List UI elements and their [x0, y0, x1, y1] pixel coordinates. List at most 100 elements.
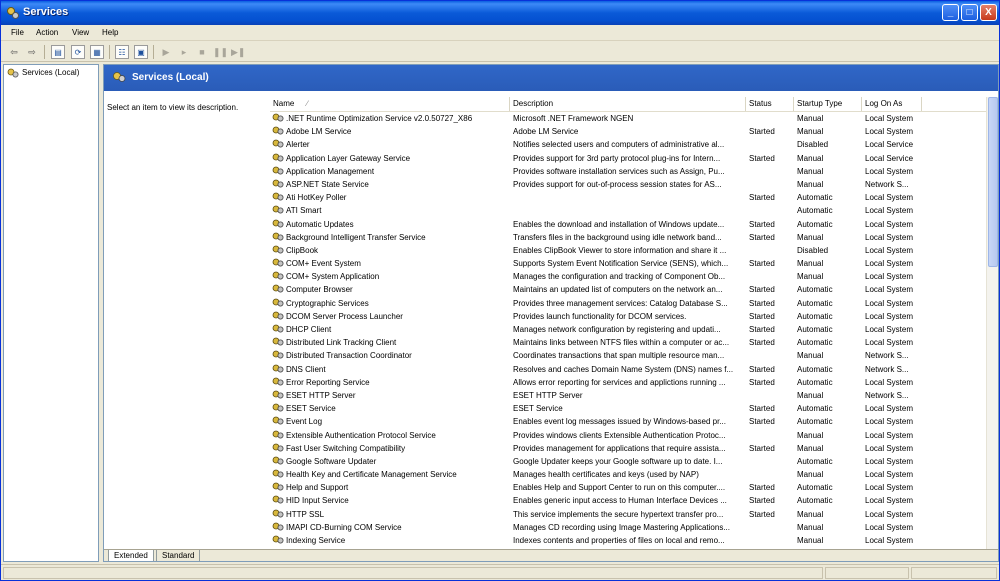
table-row[interactable]: ESET Service ESET Service Started Automatic…: [270, 402, 986, 415]
scrollbar-thumb[interactable]: [988, 97, 998, 267]
service-name: Adobe LM Service: [286, 127, 352, 137]
service-name: Alerter: [286, 140, 310, 150]
table-row[interactable]: Alerter Notifies selected users and compu…: [270, 138, 986, 151]
start-service-icon[interactable]: ▶: [159, 45, 173, 59]
table-row[interactable]: Help and Support Enables Help and Support…: [270, 481, 986, 494]
tab-extended[interactable]: Extended: [108, 550, 154, 561]
tab-standard[interactable]: Standard: [156, 550, 201, 561]
table-row[interactable]: ASP.NET State Service Provides support fo…: [270, 178, 986, 191]
table-row[interactable]: HTTP SSL This service implements the secu…: [270, 508, 986, 521]
cell-name: ClipBook: [272, 244, 508, 257]
cell-description: ESET Service: [513, 404, 563, 414]
table-row[interactable]: DNS Client Resolves and caches Domain Nam…: [270, 363, 986, 376]
table-row[interactable]: Application Management Provides software …: [270, 165, 986, 178]
toolbar: ⇦ ⇨ ▤ ⟳ ▦ ☷ ▣ ▶ ▸ ■ ❚❚ ▶❚: [1, 42, 999, 62]
service-name: Distributed Transaction Coordinator: [286, 351, 412, 361]
cell-name: ATI Smart: [272, 204, 508, 217]
table-row[interactable]: Error Reporting Service Allows error repo…: [270, 376, 986, 389]
cell-name: Distributed Link Tracking Client: [272, 336, 508, 349]
restart-service-icon[interactable]: ▶❚: [231, 45, 245, 59]
table-row[interactable]: ClipBook Enables ClipBook Viewer to store…: [270, 244, 986, 257]
stop-service-icon[interactable]: ■: [195, 45, 209, 59]
column-header-log-on-as[interactable]: Log On As: [862, 97, 922, 111]
forward-icon[interactable]: ⇨: [25, 45, 39, 59]
table-row[interactable]: Background Intelligent Transfer Service T…: [270, 231, 986, 244]
table-row[interactable]: ATI Smart Automatic Local System: [270, 204, 986, 217]
cell-name: DCOM Server Process Launcher: [272, 310, 508, 323]
table-row[interactable]: IMAPI CD-Burning COM Service Manages CD r…: [270, 521, 986, 534]
table-row[interactable]: .NET Runtime Optimization Service v2.0.5…: [270, 112, 986, 125]
cell-status: Started: [749, 153, 775, 163]
column-header-status[interactable]: Status: [746, 97, 794, 111]
cell-status: Started: [749, 232, 775, 242]
table-row[interactable]: Cryptographic Services Provides three man…: [270, 297, 986, 310]
maximize-button[interactable]: □: [961, 4, 978, 21]
table-row[interactable]: Event Log Enables event log messages issu…: [270, 415, 986, 428]
table-row[interactable]: ESET HTTP Server ESET HTTP Server Manual Ne…: [270, 389, 986, 402]
cell-name: DHCP Client: [272, 323, 508, 336]
cell-name: Computer Browser: [272, 283, 508, 296]
cell-logon: Local System: [865, 456, 914, 466]
column-header-startup-type[interactable]: Startup Type: [794, 97, 862, 111]
properties-icon[interactable]: ☷: [115, 45, 129, 59]
table-row[interactable]: Fast User Switching Compatibility Provide…: [270, 442, 986, 455]
menu-help[interactable]: Help: [102, 28, 118, 37]
help-icon[interactable]: ▣: [134, 45, 148, 59]
pause-service-icon[interactable]: ❚❚: [213, 45, 228, 59]
close-button[interactable]: X: [980, 4, 997, 21]
table-row[interactable]: Computer Browser Maintains an updated lis…: [270, 283, 986, 296]
table-row[interactable]: Health Key and Certificate Management Se…: [270, 468, 986, 481]
table-row[interactable]: Distributed Transaction Coordinator Coord…: [270, 349, 986, 362]
show-hide-console-tree-icon[interactable]: ▤: [51, 45, 65, 59]
column-header-name[interactable]: Name ∕: [270, 97, 510, 111]
cell-startup: Manual: [797, 509, 824, 519]
service-gear-icon: [272, 285, 284, 293]
cell-description: Enables the download and installation of…: [513, 219, 725, 229]
cell-status: [749, 165, 795, 178]
export-list-icon[interactable]: ▦: [90, 45, 104, 59]
column-header-description[interactable]: Description: [510, 97, 746, 111]
table-row[interactable]: Indexing Service Indexes contents and pro…: [270, 534, 986, 547]
table-row[interactable]: DCOM Server Process Launcher Provides lau…: [270, 310, 986, 323]
menu-view[interactable]: View: [72, 28, 89, 37]
service-name: Background Intelligent Transfer Service: [286, 232, 426, 242]
play-service-icon[interactable]: ▸: [177, 45, 191, 59]
table-row[interactable]: HID Input Service Enables generic input a…: [270, 494, 986, 507]
service-gear-icon: [272, 390, 284, 399]
table-row[interactable]: Automatic Updates Enables the download an…: [270, 218, 986, 231]
cell-logon: Local System: [865, 536, 914, 545]
tree-item-label: Services (Local): [22, 68, 80, 78]
title-bar[interactable]: Services _ □ X: [1, 1, 999, 25]
menu-file[interactable]: File: [11, 28, 24, 37]
tree-item-services-local[interactable]: Services (Local): [7, 68, 79, 78]
service-name: Application Layer Gateway Service: [286, 153, 411, 163]
menu-action[interactable]: Action: [36, 28, 58, 37]
refresh-icon[interactable]: ⟳: [71, 45, 85, 59]
cell-logon: Local System: [865, 298, 914, 308]
table-row[interactable]: Ati HotKey Poller Started Automatic Local S…: [270, 191, 986, 204]
cell-logon: Local System: [865, 245, 914, 255]
cell-logon: Local System: [865, 232, 914, 242]
cell-name: HTTP SSL: [272, 508, 508, 521]
cell-startup: Automatic: [797, 496, 833, 506]
vertical-scrollbar[interactable]: [986, 97, 998, 549]
table-row[interactable]: Distributed Link Tracking Client Maintain…: [270, 336, 986, 349]
cell-status: [749, 270, 795, 283]
status-bar: [1, 564, 999, 580]
table-row[interactable]: DHCP Client Manages network configuration…: [270, 323, 986, 336]
table-row[interactable]: Google Software Updater Google Updater ke…: [270, 455, 986, 468]
cell-description: ESET HTTP Server: [513, 390, 583, 400]
service-name: Help and Support: [286, 483, 349, 493]
cell-name: Background Intelligent Transfer Service: [272, 231, 508, 244]
back-icon[interactable]: ⇦: [7, 45, 21, 59]
table-row[interactable]: COM+ Event System Supports System Event N…: [270, 257, 986, 270]
service-gear-icon: [272, 245, 284, 254]
cell-logon: Local System: [865, 377, 914, 387]
cell-description: Allows error reporting for services and …: [513, 377, 726, 387]
minimize-button[interactable]: _: [942, 4, 959, 21]
cell-description: Enables event log messages issued by Win…: [513, 417, 727, 427]
table-row[interactable]: Adobe LM Service Adobe LM Service Started M…: [270, 125, 986, 138]
table-row[interactable]: COM+ System Application Manages the confi…: [270, 270, 986, 283]
table-row[interactable]: Application Layer Gateway Service Provide…: [270, 152, 986, 165]
table-row[interactable]: Extensible Authentication Protocol Servi…: [270, 429, 986, 442]
